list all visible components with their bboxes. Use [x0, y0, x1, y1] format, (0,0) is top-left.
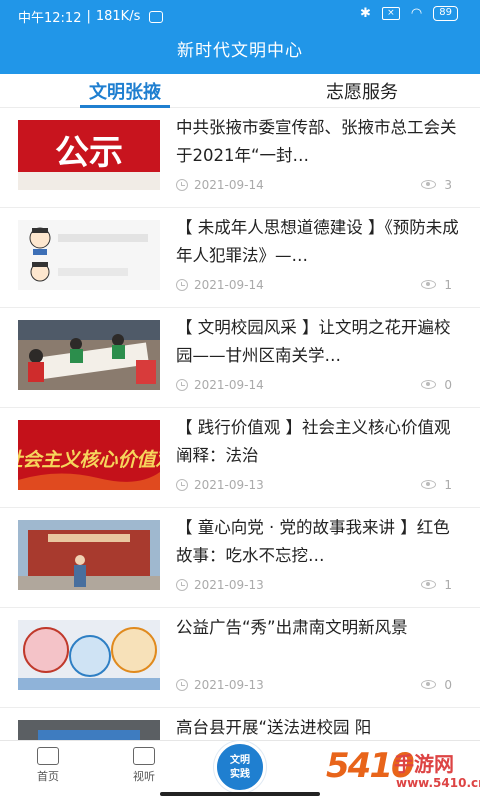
eye-icon: [421, 280, 436, 289]
tab-bar: 文明张掖 志愿服务: [0, 74, 480, 108]
app-header: 中午12:12 | 181K/s ✱ × ◠ 89 新时代文明中心: [0, 0, 480, 74]
video-icon: [133, 747, 155, 765]
article-meta: 2021-09-13 1: [176, 578, 456, 594]
article-views: 0: [444, 378, 452, 392]
status-bar-left: 中午12:12 | 181K/s: [18, 7, 164, 26]
battery-level: 89: [433, 6, 458, 21]
clock-icon: [176, 279, 188, 291]
article-item[interactable]: 【 童心向党 · 党的故事我来讲 】红色故事：吃水不忘挖… 2021-09-13…: [0, 508, 480, 608]
article-thumbnail: 社会主义核心价值观: [18, 420, 160, 490]
article-meta: 2021-09-14 1: [176, 278, 456, 294]
bluetooth-icon: ✱: [360, 6, 371, 21]
page-title: 新时代文明中心: [177, 41, 303, 61]
article-date: 2021-09-14: [194, 278, 264, 292]
nav-center-line2: 实践: [230, 769, 250, 780]
nav-home[interactable]: 首页: [18, 747, 78, 784]
nav-center-line1: 文明: [230, 755, 250, 766]
site-watermark: 5410 手游网 www.5410.cn: [326, 742, 480, 798]
wifi-icon: ◠: [410, 6, 423, 21]
article-list: 公示 中共张掖市委宣传部、张掖市总工会关于2021年“一封… 2021-09-1…: [0, 108, 480, 740]
article-thumbnail: [18, 620, 160, 690]
eye-icon: [421, 180, 436, 189]
article-item[interactable]: 社会主义核心价值观 【 践行价值观 】社会主义核心价值观阐释：法治 2021-0…: [0, 408, 480, 508]
public-notice-image: 公示: [18, 120, 160, 190]
article-title[interactable]: 【 未成年人思想道德建设 】《预防未成年人犯罪法》—…: [176, 214, 464, 270]
article-item[interactable]: 【 文明校园风采 】让文明之花开遍校园——甘州区南关学… 2021-09-14 …: [0, 308, 480, 408]
eye-icon: [421, 580, 436, 589]
notification-app-icon: [149, 10, 164, 23]
article-thumbnail: 公示: [18, 120, 160, 190]
article-item[interactable]: 公益广告“秀”出肃南文明新风景 2021-09-13 0: [0, 608, 480, 708]
article-date: 2021-09-14: [194, 378, 264, 392]
article-title[interactable]: 【 文明校园风采 】让文明之花开遍校园——甘州区南关学…: [176, 314, 464, 370]
article-thumbnail: [18, 320, 160, 390]
public-ad-collage: [18, 620, 160, 690]
nav-video[interactable]: 视听: [114, 747, 174, 784]
article-meta: 2021-09-14 0: [176, 378, 456, 394]
article-views: 3: [444, 178, 452, 192]
article-title[interactable]: 【 童心向党 · 党的故事我来讲 】红色故事：吃水不忘挖…: [176, 514, 464, 570]
status-bar-right: ✱ × ◠ 89: [360, 6, 458, 21]
article-meta: 2021-09-13 0: [176, 678, 456, 694]
article-title[interactable]: 【 践行价值观 】社会主义核心价值观阐释：法治: [176, 414, 464, 470]
home-indicator[interactable]: [160, 792, 320, 796]
article-views: 1: [444, 278, 452, 292]
article-meta: 2021-09-14 3: [176, 178, 456, 194]
sim-card-icon: ×: [381, 7, 400, 20]
clock-icon: [176, 479, 188, 491]
students-photo: [18, 320, 160, 390]
watermark-url: www.5410.cn: [396, 776, 480, 790]
memorial-hall-photo: [18, 520, 160, 590]
clock-icon: [176, 379, 188, 391]
article-title[interactable]: 中共张掖市委宣传部、张掖市总工会关于2021年“一封…: [176, 114, 464, 170]
article-title[interactable]: 公益广告“秀”出肃南文明新风景: [176, 614, 464, 670]
tab-wenming-zhangye[interactable]: 文明张掖: [80, 78, 170, 108]
watermark-name: 手游网: [394, 752, 454, 776]
article-date: 2021-09-13: [194, 578, 264, 592]
nav-civilization-practice[interactable]: 文明 实践: [214, 741, 266, 793]
thumbnail-text: 公示: [55, 133, 123, 173]
article-thumbnail: [18, 520, 160, 590]
status-speed: 181K/s: [95, 9, 141, 24]
article-title[interactable]: 高台县开展“送法进校园 阳: [176, 714, 464, 740]
eye-icon: [421, 680, 436, 689]
article-thumbnail: [18, 720, 160, 740]
status-bar: 中午12:12 | 181K/s ✱ × ◠ 89: [0, 0, 480, 30]
article-item[interactable]: 公示 中共张掖市委宣传部、张掖市总工会关于2021年“一封… 2021-09-1…: [0, 108, 480, 208]
classroom-photo: [18, 720, 160, 740]
eye-icon: [421, 480, 436, 489]
article-views: 1: [444, 478, 452, 492]
thumbnail-text: 社会主义核心价值观: [18, 449, 160, 471]
article-thumbnail: [18, 220, 160, 290]
article-date: 2021-09-14: [194, 178, 264, 192]
article-views: 1: [444, 578, 452, 592]
eye-icon: [421, 380, 436, 389]
article-date: 2021-09-13: [194, 678, 264, 692]
clock-icon: [176, 579, 188, 591]
clock-icon: [176, 679, 188, 691]
home-icon: [37, 747, 59, 765]
article-item[interactable]: 【 未成年人思想道德建设 】《预防未成年人犯罪法》—… 2021-09-14 1: [0, 208, 480, 308]
cartoon-image: [18, 220, 160, 290]
status-divider: |: [86, 9, 91, 24]
status-time: 中午12:12: [18, 11, 82, 26]
tab-volunteer-service[interactable]: 志愿服务: [314, 78, 410, 108]
nav-home-label: 首页: [37, 770, 59, 783]
article-meta: 2021-09-13 1: [176, 478, 456, 494]
nav-video-label: 视听: [133, 770, 155, 783]
article-date: 2021-09-13: [194, 478, 264, 492]
core-values-poster: 社会主义核心价值观: [18, 420, 160, 490]
clock-icon: [176, 179, 188, 191]
article-item[interactable]: 高台县开展“送法进校园 阳: [0, 708, 480, 740]
article-views: 0: [444, 678, 452, 692]
